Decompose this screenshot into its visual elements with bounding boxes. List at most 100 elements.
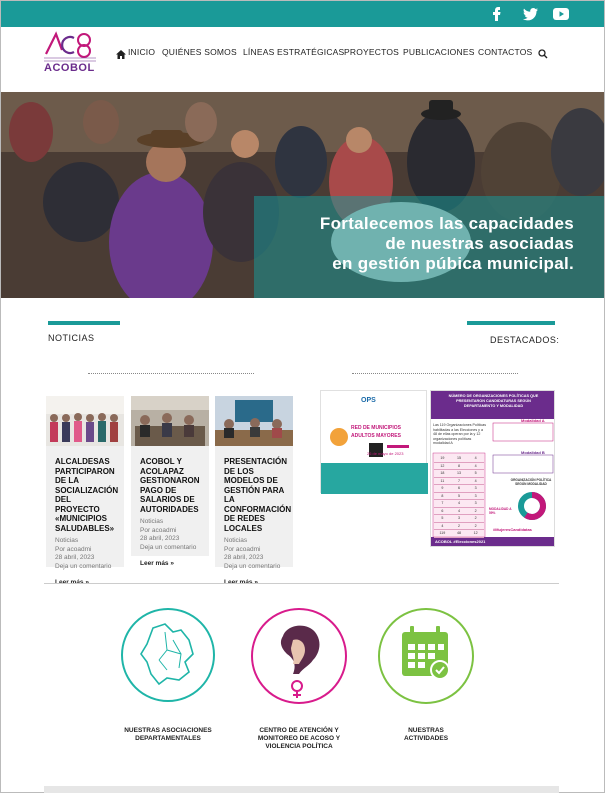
- calendar-icon: [402, 626, 450, 680]
- actividades-circle[interactable]: [378, 608, 474, 704]
- news-author[interactable]: Por acoadmi: [140, 527, 200, 536]
- poster2-table-row: 9 6 3: [434, 485, 484, 493]
- poster2-table-cell: 3: [474, 493, 477, 498]
- poster2-table-cell: 119: [439, 531, 446, 535]
- poster2-table-cell: 2: [474, 516, 477, 520]
- poster2-hashtag: #MujeresCandidatas: [493, 527, 532, 532]
- poster2-table-cell: 5: [458, 493, 460, 498]
- nav-proyectos[interactable]: PROYECTOS: [344, 47, 399, 57]
- poster2-table-row: 11 7 4: [434, 478, 484, 485]
- poster2-table-row: 19 15 4: [434, 455, 484, 463]
- news-date: 28 abril, 2023: [55, 554, 95, 561]
- poster2-table-cell: 6: [458, 486, 460, 490]
- poster2-table-cell: 15: [457, 456, 461, 460]
- poster2-donut-chart: [518, 492, 546, 520]
- news-title-bar: [48, 321, 120, 325]
- poster2-table-row: 119 48 12: [434, 530, 484, 538]
- nav-publicaciones[interactable]: PUBLICACIONES: [403, 47, 475, 57]
- poster1-sub: ADULTOS MAYORES: [351, 433, 401, 439]
- poster2-table-cell: 19: [440, 456, 445, 460]
- poster2-table-cell: 12: [473, 531, 478, 535]
- news-comment-link[interactable]: Deja un comentario: [140, 544, 200, 553]
- poster2-table: 19 15 4 12 8 4 18 13 5 11 7 4 9 6 3 8 5 3 7 4 3 6 4 2 5 3 2 4 2 2 119 4…: [434, 455, 484, 538]
- news-divider: [88, 373, 254, 374]
- news-category[interactable]: Noticias: [140, 518, 200, 527]
- news-card[interactable]: PRESENTACIÓN DE LOS MODELOS DE GESTIÓN P…: [215, 396, 293, 586]
- poster2-table-cell: 4: [441, 523, 444, 528]
- poster2-table-cell: 3: [474, 486, 477, 490]
- featured-title-bar: [467, 321, 555, 325]
- poster2-table-cell: 8: [441, 493, 444, 498]
- poster2-table-cell: 18: [440, 471, 445, 475]
- poster2-pct-a: MODALIDAD A 59%: [489, 507, 512, 515]
- hero-line-2: de nuestras asociadas: [385, 234, 574, 253]
- poster2-table-cell: 4: [458, 508, 460, 513]
- news-comment-link[interactable]: Deja un comentario: [55, 563, 115, 572]
- news-comment-link[interactable]: Deja un comentario: [224, 563, 284, 572]
- poster2-table-cell: 4: [474, 456, 477, 460]
- news-card[interactable]: ALCALDESAS PARTICIPARON DE LA SOCIALIZAC…: [46, 396, 124, 586]
- poster2-table-cell: 7: [458, 478, 460, 483]
- news-meta: Noticias Por acoadmi 28 abril, 2023 Deja…: [215, 537, 293, 571]
- poster1-headline: RED DE MUNICIPIOS: [351, 425, 402, 431]
- featured-poster-organizaciones[interactable]: NÚMERO DE ORGANIZACIONES POLÍTICAS QUE P…: [430, 390, 555, 547]
- news-category[interactable]: Noticias: [55, 537, 115, 546]
- nav-contactos[interactable]: CONTACTOS: [478, 47, 532, 57]
- youtube-icon[interactable]: [550, 5, 572, 23]
- news-author[interactable]: Por acoadmi: [55, 546, 115, 555]
- poster2-table-row: 6 4 2: [434, 508, 484, 515]
- facebook-icon[interactable]: [486, 5, 508, 23]
- read-more-link[interactable]: Leer más »: [46, 571, 124, 592]
- poster2-table-cell: 48: [457, 531, 461, 535]
- news-card[interactable]: ACOBOL Y ACOLAPAZ GESTIONARON PAGO DE SA…: [131, 396, 209, 567]
- search-icon[interactable]: [538, 46, 548, 64]
- twitter-icon[interactable]: [519, 5, 541, 23]
- home-icon[interactable]: [116, 46, 126, 64]
- poster2-modality-b: Modalidad B: [521, 450, 545, 455]
- news-date: 28 abril, 2023: [224, 554, 264, 561]
- poster2-table-cell: 4: [474, 463, 477, 468]
- news-title[interactable]: ALCALDESAS PARTICIPARON DE LA SOCIALIZAC…: [46, 451, 124, 537]
- poster2-table-cell: 5: [441, 516, 444, 520]
- news-date: 28 abril, 2023: [140, 535, 180, 542]
- poster2-table-cell: 3: [474, 501, 477, 505]
- read-more-link[interactable]: Leer más »: [131, 552, 209, 573]
- featured-poster-municipios[interactable]: OPS RED DE MUNICIPIOS ADULTOS MAYORES 26…: [320, 390, 428, 494]
- actividades-label[interactable]: NUESTRAS ACTIVIDADES: [386, 727, 466, 743]
- news-title[interactable]: ACOBOL Y ACOLAPAZ GESTIONARON PAGO DE SA…: [131, 451, 209, 518]
- poster2-table-row: 8 5 3: [434, 493, 484, 500]
- centro-atencion-circle[interactable]: [251, 608, 347, 704]
- asociaciones-label[interactable]: NUESTRAS ASOCIACIONES DEPARTAMENTALES: [120, 727, 216, 743]
- poster2-table-cell: 5: [474, 471, 477, 475]
- poster2-table-row: 5 3 2: [434, 515, 484, 523]
- news-section-title: NOTICIAS: [48, 333, 95, 343]
- news-meta: Noticias Por acoadmi 28 abril, 2023 Deja…: [46, 537, 124, 571]
- featured-section-title: DESTACADOS:: [490, 335, 560, 345]
- read-more-link[interactable]: Leer más »: [215, 571, 293, 592]
- hero-banner: Fortalecemos las capacidades de nuestras…: [1, 92, 604, 298]
- news-image[interactable]: [131, 396, 209, 446]
- poster2-table-cell: 2: [474, 508, 477, 513]
- poster2-table-cell: 13: [457, 471, 461, 475]
- hero-heading: Fortalecemos las capacidades de nuestras…: [320, 214, 574, 274]
- news-author[interactable]: Por acoadmi: [224, 546, 284, 555]
- news-image[interactable]: [215, 396, 293, 446]
- centro-atencion-label[interactable]: CENTRO DE ATENCIÓN Y MONITOREO DE ACOSO …: [250, 727, 348, 751]
- nav-inicio[interactable]: INICIO: [128, 47, 155, 57]
- news-category[interactable]: Noticias: [224, 537, 284, 546]
- poster2-table-row: 12 8 4: [434, 463, 484, 470]
- poster2-donut-label: ORGANIZACIÓN POLÍTICA SEGÚN MODALIDAD: [510, 478, 552, 486]
- news-image[interactable]: [46, 396, 124, 446]
- poster2-table-cell: 2: [474, 523, 477, 528]
- nav-lineas-estrategicas[interactable]: LÍNEAS ESTRATÉGICAS: [243, 47, 344, 57]
- poster1-date: 26 de mayo de 2023: [367, 451, 404, 456]
- poster2-table-cell: 9: [441, 486, 444, 490]
- news-title[interactable]: PRESENTACIÓN DE LOS MODELOS DE GESTIÓN P…: [215, 451, 293, 537]
- news-meta: Noticias Por acoadmi 28 abril, 2023 Deja…: [131, 518, 209, 552]
- poster2-footer: ACOBOL #Elecciones2021: [435, 539, 486, 544]
- nav-quienes-somos[interactable]: QUIÉNES SOMOS: [162, 47, 237, 57]
- poster1-brand: OPS: [361, 397, 376, 404]
- asociaciones-circle[interactable]: [121, 608, 215, 702]
- hero-line-3: en gestión púbica municipal.: [332, 254, 574, 273]
- poster2-table-cell: 3: [458, 516, 460, 520]
